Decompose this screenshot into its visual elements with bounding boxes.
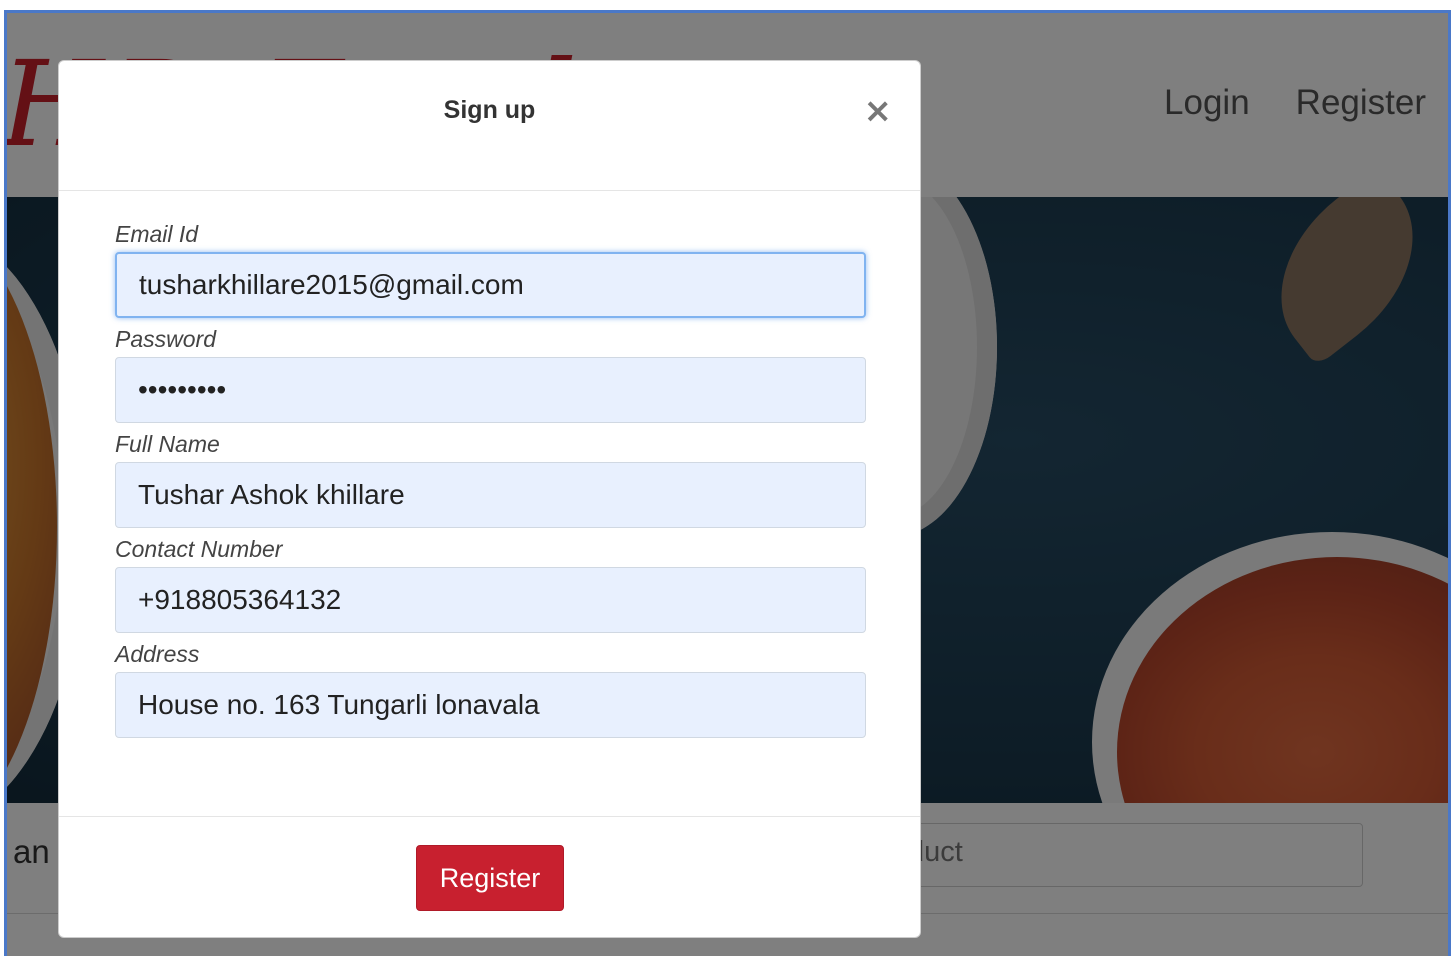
close-icon: × [863,91,893,131]
full-name-field-group: Full Name [115,431,866,528]
modal-body: Email Id Password Full Name Contact Numb… [59,191,920,816]
password-label: Password [115,326,216,352]
password-field-group: Password [115,326,866,423]
email-label: Email Id [115,221,199,247]
contact-number-label: Contact Number [115,536,283,562]
address-field[interactable] [115,672,866,738]
contact-number-field[interactable] [115,567,866,633]
email-field-group: Email Id [115,221,866,318]
full-name-field[interactable] [115,462,866,528]
full-name-label: Full Name [115,431,220,457]
email-field[interactable] [115,252,866,318]
contact-number-field-group: Contact Number [115,536,866,633]
register-button[interactable]: Register [416,845,564,911]
modal-header: Sign up × [59,61,920,191]
address-field-group: Address [115,641,866,738]
modal-title: Sign up [443,96,536,124]
browser-viewport: HD Food Login Register an duct Sign up ×… [4,10,1451,956]
close-button[interactable]: × [864,91,893,131]
address-label: Address [115,641,200,667]
password-field[interactable] [115,357,866,423]
modal-footer: Register [59,816,920,938]
signup-modal: Sign up × Email Id Password Full Name Co… [58,60,921,938]
